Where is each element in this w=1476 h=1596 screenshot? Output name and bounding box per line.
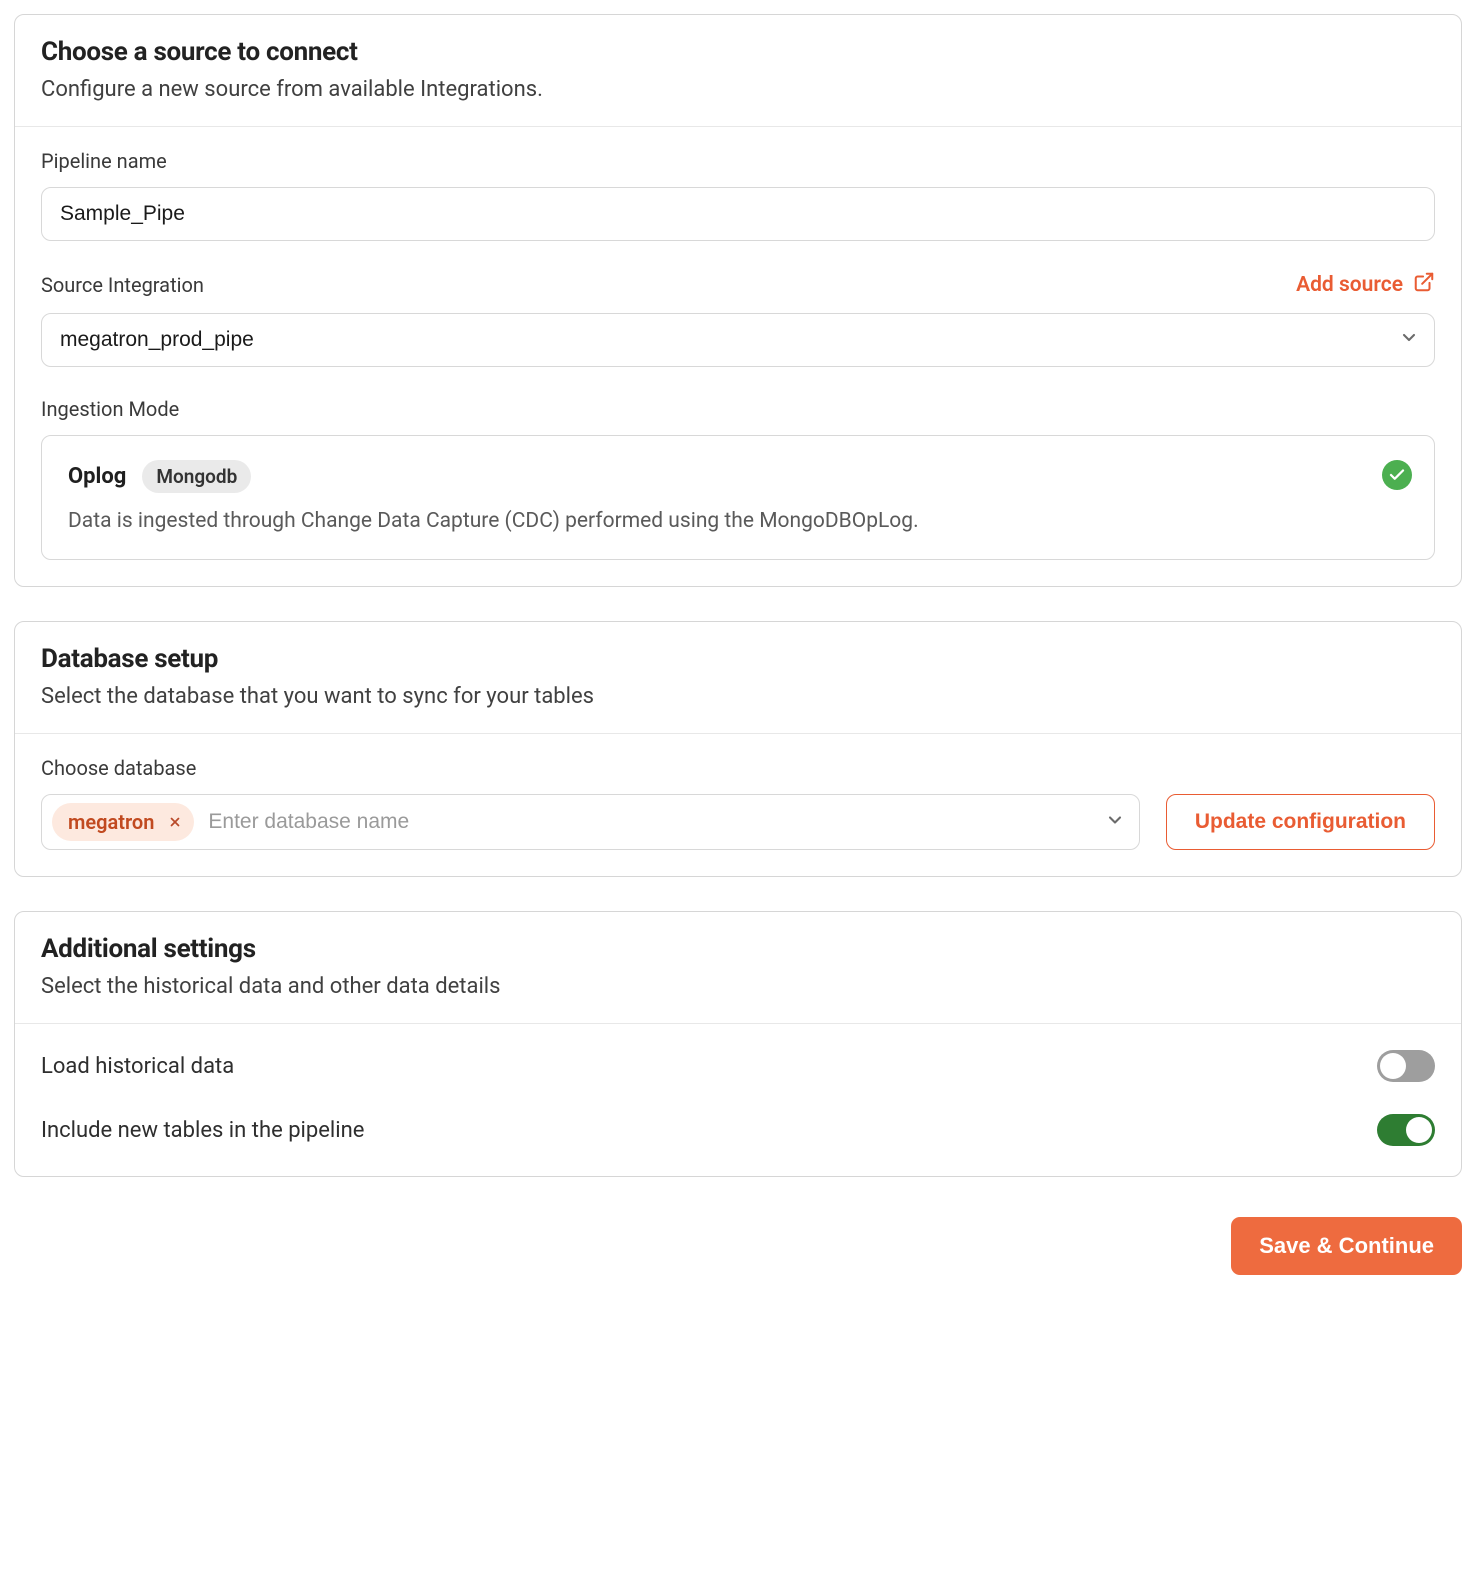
save-continue-button[interactable]: Save & Continue xyxy=(1231,1217,1462,1275)
source-integration-select[interactable] xyxy=(41,313,1435,367)
toggle-knob xyxy=(1406,1117,1432,1143)
additional-header: Additional settings Select the historica… xyxy=(15,912,1461,1024)
load-historical-row: Load historical data xyxy=(41,1034,1435,1098)
ingestion-mode-field: Ingestion Mode Oplog Mongodb Data is ing… xyxy=(41,397,1435,560)
source-title: Choose a source to connect xyxy=(41,37,1435,67)
source-section: Choose a source to connect Configure a n… xyxy=(14,14,1462,587)
source-header: Choose a source to connect Configure a n… xyxy=(15,15,1461,127)
toggle-knob xyxy=(1380,1053,1406,1079)
footer: Save & Continue xyxy=(14,1211,1462,1275)
ingestion-mode-badge: Mongodb xyxy=(142,460,251,493)
database-header: Database setup Select the database that … xyxy=(15,622,1461,734)
include-new-toggle[interactable] xyxy=(1377,1114,1435,1146)
choose-database-row: megatron Update configuration xyxy=(41,794,1435,850)
ingestion-mode-top: Oplog Mongodb xyxy=(68,460,1408,493)
choose-database-label: Choose database xyxy=(41,756,1435,780)
database-desc: Select the database that you want to syn… xyxy=(41,684,1435,709)
source-integration-select-wrap xyxy=(41,313,1435,367)
update-configuration-button[interactable]: Update configuration xyxy=(1166,794,1435,850)
add-source-link[interactable]: Add source xyxy=(1296,271,1435,299)
load-historical-toggle[interactable] xyxy=(1377,1050,1435,1082)
external-link-icon xyxy=(1413,271,1435,299)
database-chip: megatron xyxy=(52,803,194,841)
additional-title: Additional settings xyxy=(41,934,1435,964)
chevron-down-icon[interactable] xyxy=(1105,810,1125,835)
database-title: Database setup xyxy=(41,644,1435,674)
database-body: Choose database megatron Update configur… xyxy=(15,734,1461,876)
ingestion-mode-desc: Data is ingested through Change Data Cap… xyxy=(68,509,1408,533)
include-new-label: Include new tables in the pipeline xyxy=(41,1118,364,1143)
source-body: Pipeline name Source Integration Add sou… xyxy=(15,127,1461,586)
ingestion-mode-name: Oplog xyxy=(68,464,126,489)
include-new-row: Include new tables in the pipeline xyxy=(41,1098,1435,1162)
source-integration-label: Source Integration xyxy=(41,273,204,297)
pipeline-name-label: Pipeline name xyxy=(41,149,1435,173)
database-combo[interactable]: megatron xyxy=(41,794,1140,850)
additional-desc: Select the historical data and other dat… xyxy=(41,974,1435,999)
database-section: Database setup Select the database that … xyxy=(14,621,1462,877)
ingestion-mode-label: Ingestion Mode xyxy=(41,397,1435,421)
add-source-label: Add source xyxy=(1296,273,1403,297)
pipeline-name-input[interactable] xyxy=(41,187,1435,241)
ingestion-mode-card[interactable]: Oplog Mongodb Data is ingested through C… xyxy=(41,435,1435,560)
source-integration-field: Source Integration Add source xyxy=(41,271,1435,367)
source-desc: Configure a new source from available In… xyxy=(41,77,1435,102)
source-integration-label-row: Source Integration Add source xyxy=(41,271,1435,299)
additional-section: Additional settings Select the historica… xyxy=(14,911,1462,1177)
additional-body: Load historical data Include new tables … xyxy=(15,1024,1461,1176)
pipeline-name-field: Pipeline name xyxy=(41,149,1435,241)
check-circle-icon xyxy=(1382,460,1412,490)
load-historical-label: Load historical data xyxy=(41,1054,234,1079)
chip-remove-icon[interactable] xyxy=(168,810,182,834)
database-name-input[interactable] xyxy=(208,810,1090,834)
database-chip-label: megatron xyxy=(68,810,154,834)
